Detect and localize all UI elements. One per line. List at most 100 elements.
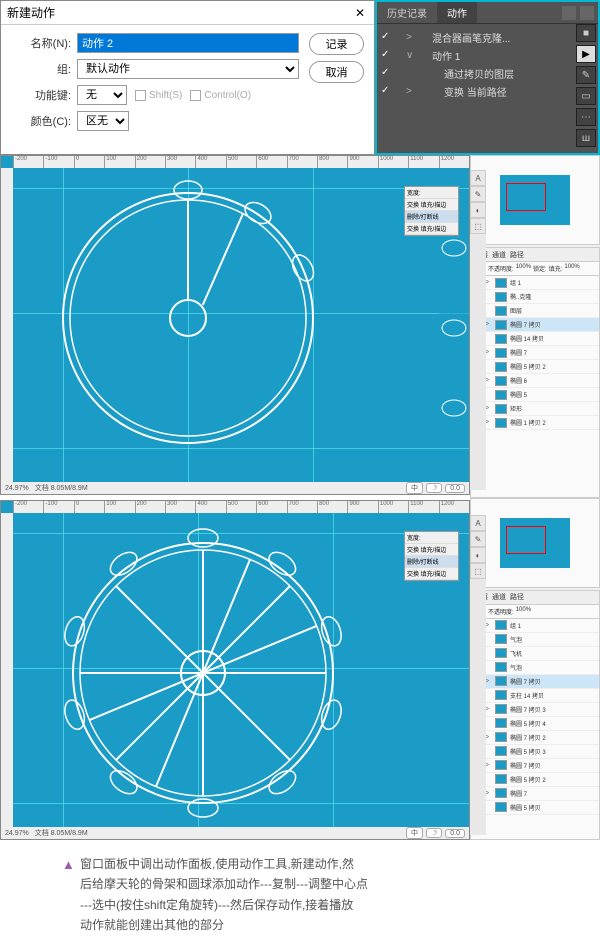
tool-icon[interactable]: A [470, 515, 486, 531]
layer-row[interactable]: 👁椭圆 5 拷贝 2 [471, 773, 599, 787]
action-list: ✓>混合器画笔克隆...✓∨动作 1✓通过拷贝的图层✓>变换 当前路径 [377, 24, 598, 104]
layer-row[interactable]: 👁>椭圆 7 拷贝 [471, 759, 599, 773]
tab-channels[interactable]: 通道 [492, 592, 506, 602]
tab-paths[interactable]: 路径 [510, 592, 524, 602]
canvas-content-top[interactable] [13, 168, 469, 482]
ruler-vertical [1, 513, 13, 827]
ferris-wheel-full [58, 528, 348, 818]
action-name-input[interactable] [77, 33, 299, 53]
layer-row[interactable]: 👁气泡 [471, 661, 599, 675]
status-value: 0.0 [445, 829, 465, 838]
fnkey-select[interactable]: 无 [77, 85, 127, 105]
layer-row[interactable]: 👁椭圆 14 拷贝 [471, 332, 599, 346]
zoom-level[interactable]: 24.97% [5, 830, 29, 837]
folder-icon[interactable]: ▭ [576, 87, 596, 105]
layer-row[interactable]: 👁图层 [471, 304, 599, 318]
layer-row[interactable]: 👁>椭圆 6 [471, 374, 599, 388]
color-select[interactable]: 区无 [77, 111, 129, 131]
histogram-icon[interactable]: ш [576, 129, 596, 147]
layer-row[interactable]: 👁气泡 [471, 633, 599, 647]
instruction-caption: ▲ 窗口面板中调出动作面板,使用动作工具,新建动作,然 后给摩天轮的骨架和圆球添… [0, 840, 600, 936]
tool-icon[interactable]: ⬚ [470, 563, 486, 579]
layer-row[interactable]: 👁椭圆 5 [471, 388, 599, 402]
layer-row[interactable]: 👁>椭圆 7 [471, 346, 599, 360]
layer-row[interactable]: 👁>椭圆 7 拷贝 [471, 318, 599, 332]
tool-icon[interactable]: ✎ [470, 186, 486, 202]
color-label: 颜色(C): [11, 113, 71, 129]
cancel-button[interactable]: 取消 [309, 61, 364, 83]
layer-row[interactable]: 👁椭..克隆 [471, 290, 599, 304]
new-action-dialog: 新建动作 ✕ 名称(N): 组: 默认动作 功能键: 无 Shift(S) Co… [0, 0, 375, 155]
actions-panel: 历史记录 动作 ✓>混合器画笔克隆...✓∨动作 1✓通过拷贝的图层✓>变换 当… [375, 0, 600, 155]
action-item[interactable]: ✓>混合器画笔克隆... [379, 28, 596, 46]
layers-panel: 图层 通道 路径 正常 不透明度:100% 锁定: 填充:100% 👁>组 1👁… [470, 247, 600, 498]
shift-checkbox[interactable]: Shift(S) [135, 90, 182, 101]
layer-row[interactable]: 👁椭圆 5 拷贝 3 [471, 745, 599, 759]
action-item[interactable]: ✓>变换 当前路径 [379, 82, 596, 100]
ime-indicator[interactable]: 中 [406, 482, 423, 494]
right-panels: 图层 通道 路径 正常 不透明度:100% 锁定: 填充:100% 👁>组 1👁… [470, 155, 600, 840]
layer-row[interactable]: 👁>组 1 [471, 619, 599, 633]
moon-icon[interactable]: ☽ [426, 828, 442, 838]
tool-icon[interactable]: ◐ [470, 547, 486, 563]
canvas-tools: A ✎ ◐ ⬚ [470, 170, 486, 490]
settings-icon[interactable]: ⋯ [576, 108, 596, 126]
layers-panel: 图层 通道 路径 正常 不透明度:100% 👁>组 1👁气泡👁飞机👁气泡👁>椭圆… [470, 590, 600, 841]
record-button[interactable]: 记录 [309, 33, 364, 55]
dialog-titlebar[interactable]: 新建动作 ✕ [1, 1, 374, 25]
action-item[interactable]: ✓∨动作 1 [379, 46, 596, 64]
tool-icon[interactable]: ⬚ [470, 218, 486, 234]
navigator-panel[interactable] [470, 498, 600, 588]
layer-row[interactable]: 👁支柱 14 拷贝 [471, 689, 599, 703]
properties-mini-panel[interactable]: 宽度: 交换 填充/描边 删除/打断线 交换 填充/描边 [404, 531, 459, 581]
navigator-panel[interactable] [470, 155, 600, 245]
panel-collapse-icon[interactable] [562, 6, 576, 20]
tool-icon[interactable]: ◐ [470, 202, 486, 218]
canvas-content-bottom[interactable] [13, 513, 469, 827]
tab-paths[interactable]: 路径 [510, 250, 524, 260]
play-button[interactable]: ▶ [576, 45, 596, 63]
navigator-thumb[interactable] [500, 175, 570, 225]
tab-channels[interactable]: 通道 [492, 250, 506, 260]
layer-row[interactable]: 👁>椭圆 7 拷贝 3 [471, 703, 599, 717]
set-select[interactable]: 默认动作 [77, 59, 299, 79]
layer-row[interactable]: 👁椭圆 5 拷贝 4 [471, 717, 599, 731]
brush-icon[interactable]: ✎ [576, 66, 596, 84]
canvas-top: -200-10001002003004005006007008009001000… [0, 155, 470, 495]
navigator-thumb[interactable] [500, 518, 570, 568]
layer-row[interactable]: 👁>椭圆 7 [471, 787, 599, 801]
layer-row[interactable]: 👁飞机 [471, 647, 599, 661]
ctrl-checkbox[interactable]: Control(O) [190, 90, 251, 101]
ruler-horizontal: -200-10001002003004005006007008009001000… [13, 501, 469, 513]
tool-icon[interactable]: A [470, 170, 486, 186]
status-bar: 24.97% 文档 8.05M/8.9M 中 ☽ 0.0 [1, 827, 469, 839]
name-label: 名称(N): [11, 35, 71, 51]
layer-row[interactable]: 👁>组 1 [471, 276, 599, 290]
doc-info: 文档 8.05M/8.9M [35, 828, 88, 838]
layer-row[interactable]: 👁>椭圆 1 拷贝 2 [471, 416, 599, 430]
dialog-title: 新建动作 [7, 4, 55, 21]
tab-history[interactable]: 历史记录 [377, 2, 437, 23]
zoom-level[interactable]: 24.97% [5, 485, 29, 492]
layer-row[interactable]: 👁>矩形 [471, 402, 599, 416]
panel-menu-icon[interactable] [580, 6, 594, 20]
canvas-bottom: -200-10001002003004005006007008009001000… [0, 500, 470, 840]
moon-icon[interactable]: ☽ [426, 483, 442, 493]
layer-row[interactable]: 👁椭圆 5 拷贝 [471, 801, 599, 815]
properties-mini-panel[interactable]: 宽度: 交换 填充/描边 删除/打断线 交换 填充/描边 [404, 186, 459, 236]
ime-indicator[interactable]: 中 [406, 827, 423, 839]
tab-actions[interactable]: 动作 [437, 2, 477, 23]
stop-button[interactable]: ■ [576, 24, 596, 42]
status-value: 0.0 [445, 484, 465, 493]
layer-row[interactable]: 👁>椭圆 7 拷贝 2 [471, 731, 599, 745]
layer-row[interactable]: 👁椭圆 5 拷贝 2 [471, 360, 599, 374]
triangle-marker-icon: ▲ [62, 854, 75, 876]
action-item[interactable]: ✓通过拷贝的图层 [379, 64, 596, 82]
fnkey-label: 功能键: [11, 87, 71, 103]
status-bar: 24.97% 文档 8.05M/8.9M 中 ☽ 0.0 [1, 482, 469, 494]
layer-row[interactable]: 👁>椭圆 7 拷贝 [471, 675, 599, 689]
doc-info: 文档 8.05M/8.9M [35, 483, 88, 493]
close-icon[interactable]: ✕ [352, 5, 368, 21]
canvas-tools: A ✎ ◐ ⬚ [470, 515, 486, 835]
tool-icon[interactable]: ✎ [470, 531, 486, 547]
